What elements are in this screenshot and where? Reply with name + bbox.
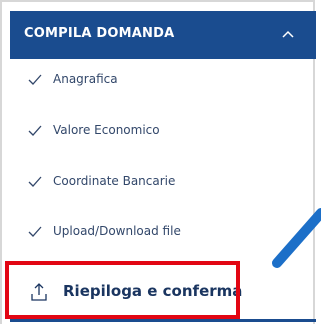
- step-item-valore-economico[interactable]: Valore Economico: [10, 110, 316, 154]
- step-label: Anagrafica: [53, 72, 118, 86]
- step-item-upload-download[interactable]: Upload/Download file: [10, 211, 316, 255]
- step-label: Coordinate Bancarie: [53, 174, 176, 188]
- check-icon: [28, 125, 42, 136]
- step-item-coordinate-bancarie[interactable]: Coordinate Bancarie: [10, 161, 316, 205]
- check-icon: [28, 74, 42, 85]
- compila-domanda-header[interactable]: COMPILA DOMANDA: [10, 11, 316, 59]
- application-sidebar: COMPILA DOMANDA Anagrafica Valore Econom…: [0, 0, 321, 324]
- step-label: Upload/Download file: [53, 224, 181, 238]
- step-label: Valore Economico: [53, 123, 160, 137]
- check-icon: [28, 226, 42, 237]
- highlight-box: [5, 261, 240, 319]
- check-icon: [28, 176, 42, 187]
- step-item-anagrafica[interactable]: Anagrafica: [10, 59, 316, 103]
- chevron-up-icon[interactable]: [280, 28, 296, 40]
- header-title: COMPILA DOMANDA: [24, 26, 175, 41]
- active-step-underline: [10, 319, 316, 322]
